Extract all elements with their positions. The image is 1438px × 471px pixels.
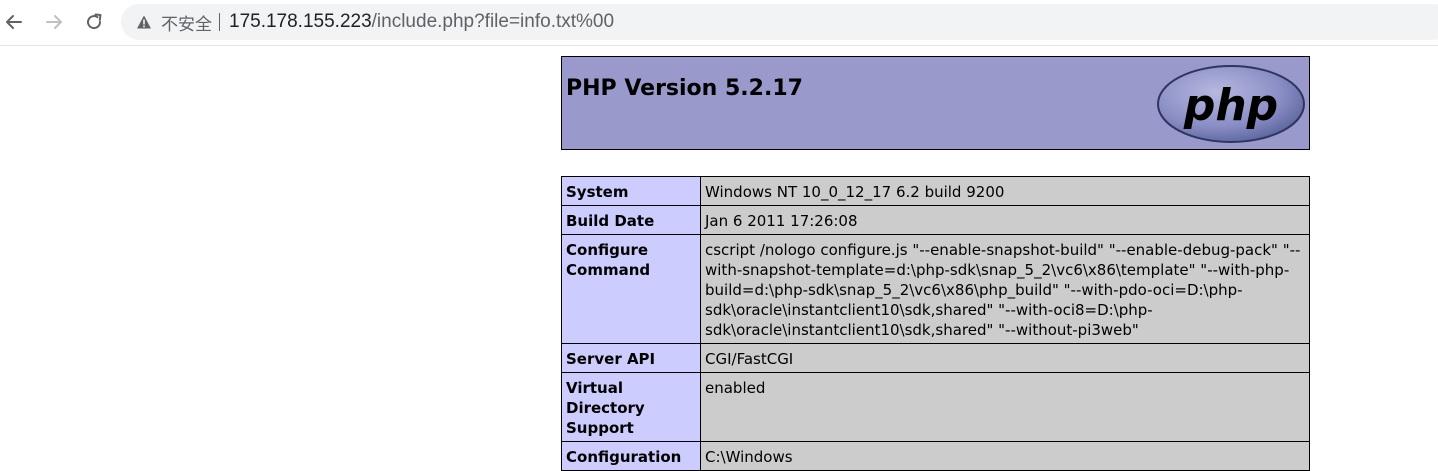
table-row: Virtual Directory Support enabled	[561, 372, 1310, 442]
arrow-left-icon	[6, 15, 22, 29]
row-key: Server API	[561, 343, 701, 373]
row-value: Windows NT 10_0_12_17 6.2 build 9200	[700, 176, 1310, 206]
row-key: Configuration	[561, 441, 701, 471]
php-info-table: System Windows NT 10_0_12_17 6.2 build 9…	[561, 176, 1310, 471]
php-logo-text: php	[1183, 80, 1278, 131]
url-text[interactable]: 175.178.155.223/include.php?file=info.tx…	[229, 11, 614, 33]
url-path: /include.php?file=info.txt%00	[371, 11, 615, 32]
row-value: CGI/FastCGI	[700, 343, 1310, 373]
table-row: Configure Command cscript /nologo config…	[561, 234, 1310, 344]
reload-button[interactable]	[80, 8, 108, 36]
page-title: PHP Version 5.2.17	[566, 76, 803, 101]
row-value: enabled	[700, 372, 1310, 442]
warning-icon[interactable]	[136, 14, 152, 30]
security-status-label[interactable]: 不安全	[161, 10, 212, 35]
row-key: Build Date	[561, 205, 701, 235]
row-value: Jan 6 2011 17:26:08	[700, 205, 1310, 235]
row-key: System	[561, 176, 701, 206]
table-row: System Windows NT 10_0_12_17 6.2 build 9…	[561, 176, 1310, 206]
row-value: cscript /nologo configure.js "--enable-s…	[700, 234, 1310, 344]
arrow-right-icon	[46, 15, 62, 29]
table-row: Server API CGI/FastCGI	[561, 343, 1310, 373]
reload-icon	[87, 13, 102, 30]
url-host: 175.178.155.223	[229, 11, 372, 32]
php-logo[interactable]: php	[1156, 64, 1306, 148]
php-version-header: PHP Version 5.2.17 php	[561, 56, 1310, 150]
back-button[interactable]	[0, 8, 28, 36]
browser-toolbar: 不安全 175.178.155.223/include.php?file=inf…	[0, 0, 1438, 46]
address-separator	[219, 13, 220, 31]
table-row: Build Date Jan 6 2011 17:26:08	[561, 205, 1310, 235]
address-bar[interactable]: 不安全 175.178.155.223/include.php?file=inf…	[121, 4, 1438, 40]
row-key: Configure Command	[561, 234, 701, 344]
forward-button[interactable]	[40, 8, 68, 36]
table-row: Configuration C:\Windows	[561, 441, 1310, 471]
row-value: C:\Windows	[700, 441, 1310, 471]
row-key: Virtual Directory Support	[561, 372, 701, 442]
